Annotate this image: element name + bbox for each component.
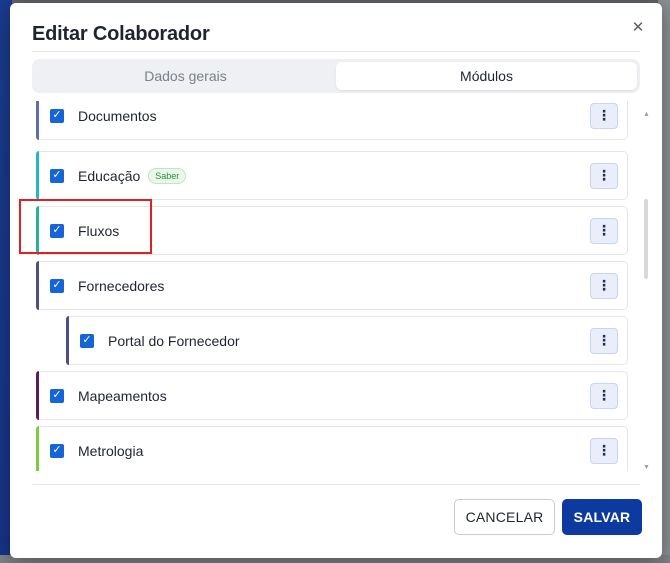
- module-accent: [36, 206, 39, 255]
- module-checkbox[interactable]: ✓: [50, 168, 64, 183]
- module-label: Metrologia: [78, 442, 144, 459]
- scroll-up-icon[interactable]: ▲: [643, 111, 650, 118]
- module-accent: [36, 426, 39, 471]
- module-checkbox[interactable]: ✓: [50, 388, 64, 403]
- kebab-icon: ⋮: [597, 387, 611, 403]
- module-accent: [36, 371, 39, 420]
- module-checkbox[interactable]: ✓: [80, 333, 94, 348]
- scroll-thumb[interactable]: [644, 199, 648, 279]
- module-label-text: Educação: [78, 167, 141, 184]
- more-options-button[interactable]: ⋮: [590, 217, 618, 244]
- title-divider: [32, 51, 640, 52]
- tab-general-data[interactable]: Dados gerais: [35, 62, 336, 90]
- module-item-fluxos: ✓ Fluxos ⋮: [36, 206, 628, 255]
- kebab-icon: ⋮: [597, 277, 611, 293]
- more-options-button[interactable]: ⋮: [590, 437, 618, 464]
- module-accent: [36, 101, 39, 140]
- save-button[interactable]: SALVAR: [562, 499, 642, 535]
- scroll-down-icon[interactable]: ▼: [643, 464, 650, 471]
- module-item-fornecedores: ✓ Fornecedores ⋮: [36, 261, 628, 310]
- module-label: Mapeamentos: [78, 387, 167, 404]
- modules-scrollbar[interactable]: ▲ ▼: [643, 111, 650, 471]
- modal-title: Editar Colaborador: [32, 23, 210, 45]
- module-checkbox[interactable]: ✓: [50, 443, 64, 458]
- kebab-icon: ⋮: [597, 222, 611, 238]
- module-accent: [66, 316, 69, 365]
- edit-collaborator-modal: Editar Colaborador ✕ Dados gerais Módulo…: [10, 3, 662, 558]
- more-options-button[interactable]: ⋮: [590, 162, 618, 189]
- module-item-metrologia: ✓ Metrologia ⋮: [36, 426, 628, 471]
- more-options-button[interactable]: ⋮: [590, 327, 618, 354]
- modules-list[interactable]: ✓ Documentos ⋮ ✓ Educação Saber ⋮ ✓ Fluxo…: [32, 101, 640, 471]
- more-options-button[interactable]: ⋮: [590, 102, 618, 129]
- module-label: Documentos: [78, 107, 157, 124]
- module-item-portal-do-fornecedor: ✓ Portal do Fornecedor ⋮: [66, 316, 628, 365]
- kebab-icon: ⋮: [597, 442, 611, 458]
- module-item-mapeamentos: ✓ Mapeamentos ⋮: [36, 371, 628, 420]
- kebab-icon: ⋮: [597, 167, 611, 183]
- module-checkbox[interactable]: ✓: [50, 223, 64, 238]
- tab-bar: Dados gerais Módulos: [32, 59, 640, 93]
- module-accent: [36, 261, 39, 310]
- kebab-icon: ⋮: [597, 107, 611, 123]
- module-accent: [36, 151, 39, 200]
- module-label: Fluxos: [78, 222, 120, 239]
- tab-modules[interactable]: Módulos: [336, 62, 637, 90]
- module-checkbox[interactable]: ✓: [50, 108, 64, 123]
- module-item-educacao: ✓ Educação Saber ⋮: [36, 151, 628, 200]
- module-label: Educação Saber: [78, 167, 187, 184]
- cancel-button[interactable]: CANCELAR: [454, 499, 555, 535]
- module-tag: Saber: [148, 167, 187, 184]
- more-options-button[interactable]: ⋮: [590, 382, 618, 409]
- module-label: Fornecedores: [78, 277, 165, 294]
- close-icon[interactable]: ✕: [628, 17, 648, 37]
- more-options-button[interactable]: ⋮: [590, 272, 618, 299]
- kebab-icon: ⋮: [597, 332, 611, 348]
- module-label: Portal do Fornecedor: [108, 332, 240, 349]
- footer-divider: [32, 484, 640, 485]
- module-checkbox[interactable]: ✓: [50, 278, 64, 293]
- module-item-documentos: ✓ Documentos ⋮: [36, 101, 628, 140]
